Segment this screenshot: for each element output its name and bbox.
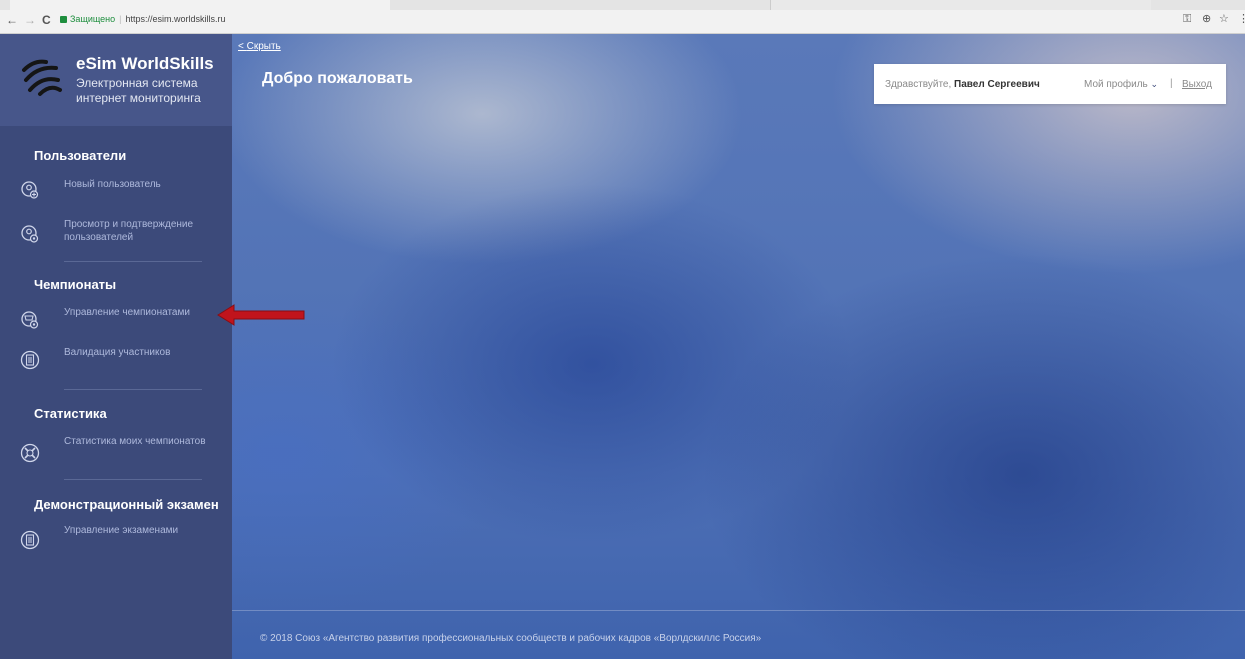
divider xyxy=(64,261,202,262)
sidebar-item-label: пользователей xyxy=(64,232,134,243)
section-title-championships: Чемпионаты xyxy=(34,277,117,292)
section-title-statistics: Статистика xyxy=(34,406,107,421)
back-button[interactable]: ← xyxy=(6,13,18,27)
annotation-arrow-icon xyxy=(217,304,305,326)
section-title-demo-exam: Демонстрационный экзамен xyxy=(34,497,219,512)
sidebar-item-label: Новый пользователь xyxy=(64,179,161,190)
browser-tab[interactable] xyxy=(10,0,390,10)
key-icon[interactable]: ⚿ xyxy=(1183,12,1191,26)
brand-subtitle: интернет мониторинга xyxy=(76,91,201,105)
document-icon xyxy=(20,350,40,370)
sidebar-item-label: Статистика моих чемпионатов xyxy=(64,436,206,447)
user-add-icon xyxy=(21,181,39,199)
stats-cross-icon xyxy=(20,443,40,463)
sidebar-item-label: Управление чемпионатами xyxy=(64,307,190,318)
separator: | xyxy=(1170,78,1173,89)
sidebar-item-label: Валидация участников xyxy=(64,347,171,358)
sidebar-item-label: Просмотр и подтверждение xyxy=(64,219,194,230)
brand-title: eSim WorldSkills xyxy=(76,54,214,73)
forward-button[interactable]: → xyxy=(24,13,36,27)
lock-icon xyxy=(60,16,67,24)
menu-icon[interactable]: ⋮ xyxy=(1238,12,1245,26)
brand-header[interactable]: eSim WorldSkills Электронная система инт… xyxy=(0,34,232,126)
sidebar-item-label: Управление экзаменами xyxy=(64,525,179,536)
chevron-left-icon: < xyxy=(238,41,247,52)
user-settings-icon xyxy=(21,225,39,243)
profile-label: Мой профиль xyxy=(1084,79,1148,90)
hide-sidebar-link[interactable]: < Скрыть xyxy=(238,41,281,52)
greeting-text: Здравствуйте, xyxy=(885,79,952,90)
url-text: https://esim.worldskills.ru xyxy=(125,14,226,24)
worldskills-logo-icon xyxy=(22,59,62,96)
reload-button[interactable]: C xyxy=(42,13,51,27)
main-content: < Скрыть Добро пожаловать Здравствуйте, … xyxy=(232,34,1245,659)
page-title: Добро пожаловать xyxy=(262,70,413,87)
section-title-users: Пользователи xyxy=(34,148,127,163)
footer-copyright: © 2018 Союз «Агентство развития професси… xyxy=(260,633,762,644)
profile-dropdown[interactable]: Мой профиль ⌄ xyxy=(1084,79,1158,90)
star-icon[interactable]: ☆ xyxy=(1219,12,1229,26)
divider xyxy=(64,479,202,480)
zoom-icon[interactable]: ⊕ xyxy=(1202,12,1211,26)
secure-label: Защищено xyxy=(70,14,116,24)
hide-sidebar-label: Скрыть xyxy=(246,41,281,52)
greeting: Здравствуйте, Павел Сергеевич xyxy=(885,79,1040,90)
tab-strip xyxy=(0,0,1245,10)
user-panel: Здравствуйте, Павел Сергеевич Мой профил… xyxy=(874,64,1226,104)
divider xyxy=(64,389,202,390)
sidebar: eSim WorldSkills Электронная система инт… xyxy=(0,34,232,659)
document-icon xyxy=(20,530,40,550)
brand-subtitle: Электронная система xyxy=(76,76,198,90)
browser-toolbar: ← → C Защищено | https://esim.worldskills.… xyxy=(0,0,1245,34)
footer-divider xyxy=(232,610,1245,611)
trophy-settings-icon xyxy=(21,311,39,329)
user-name: Павел Сергеевич xyxy=(954,79,1040,90)
chevron-down-icon: ⌄ xyxy=(1150,79,1159,89)
browser-tab[interactable] xyxy=(770,0,1151,10)
logout-link[interactable]: Выход xyxy=(1182,79,1212,90)
address-bar[interactable]: Защищено | https://esim.worldskills.ru xyxy=(60,12,226,26)
